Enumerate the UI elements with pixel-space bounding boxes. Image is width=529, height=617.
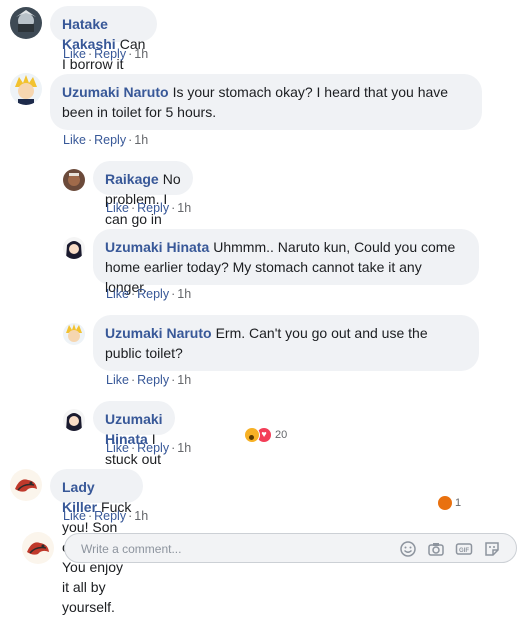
comment-author[interactable]: Uzumaki Naruto bbox=[105, 325, 212, 341]
avatar-dragon-icon bbox=[10, 469, 42, 501]
svg-text:GIF: GIF bbox=[459, 548, 469, 554]
like-link[interactable]: Like bbox=[106, 287, 129, 301]
comment-input[interactable] bbox=[79, 539, 373, 559]
comment-bubble: RaikageNo problem. I can go in there for… bbox=[93, 161, 193, 287]
comment-actions: Like · Reply · 1h bbox=[106, 373, 192, 387]
sticker-icon[interactable] bbox=[483, 540, 501, 558]
comment-actions: Like · Reply · 1h bbox=[106, 201, 192, 215]
comment-bubble: Lady KillerFuck you! Son of a bitch! You… bbox=[50, 469, 144, 615]
like-link[interactable]: Like bbox=[63, 509, 86, 523]
like-link[interactable]: Like bbox=[106, 441, 129, 455]
avatar[interactable] bbox=[63, 409, 85, 431]
avatar[interactable] bbox=[63, 323, 85, 345]
reaction-count: 1 bbox=[455, 497, 462, 509]
timestamp[interactable]: 1h bbox=[134, 47, 148, 61]
wow-reaction-icon bbox=[244, 427, 260, 443]
avatar[interactable] bbox=[63, 237, 85, 259]
avatar[interactable] bbox=[10, 7, 42, 39]
comment-composer: GIF bbox=[64, 533, 517, 563]
timestamp[interactable]: 1h bbox=[177, 441, 191, 455]
avatar[interactable] bbox=[63, 169, 85, 191]
avatar-hinata-icon bbox=[63, 409, 85, 431]
avatar-naruto-icon bbox=[63, 323, 85, 345]
comment-bubble: Uzumaki Naruto Is your stomach okay? I he… bbox=[50, 74, 482, 130]
reply-link[interactable]: Reply bbox=[94, 47, 126, 61]
reply-link[interactable]: Reply bbox=[137, 441, 169, 455]
timestamp[interactable]: 1h bbox=[177, 373, 191, 387]
comment-bubble: Hatake KakashiCan I borrow it after you'… bbox=[50, 6, 158, 112]
avatar[interactable] bbox=[10, 469, 42, 501]
reply-link[interactable]: Reply bbox=[94, 133, 126, 147]
reply-link[interactable]: Reply bbox=[137, 201, 169, 215]
gif-icon[interactable]: GIF bbox=[455, 540, 473, 558]
timestamp[interactable]: 1h bbox=[177, 201, 191, 215]
comment-author[interactable]: Raikage bbox=[105, 171, 159, 187]
emoji-icon[interactable] bbox=[399, 540, 417, 558]
comment-actions: Like · Reply · 1h bbox=[63, 509, 149, 523]
avatar-raikage-icon bbox=[63, 169, 85, 191]
timestamp[interactable]: 1h bbox=[134, 133, 148, 147]
reply-link[interactable]: Reply bbox=[94, 509, 126, 523]
avatar-kakashi-icon bbox=[10, 7, 42, 39]
comment-bubble: Uzumaki HinataI stuck out :( bbox=[93, 401, 175, 487]
comment-actions: Like · Reply · 1h bbox=[106, 287, 192, 301]
avatar-dragon-icon bbox=[22, 532, 54, 564]
like-link[interactable]: Like bbox=[63, 47, 86, 61]
comment-bubble: Uzumaki Naruto Erm. Can't you go out and … bbox=[93, 315, 479, 371]
like-link[interactable]: Like bbox=[106, 373, 129, 387]
avatar-naruto-icon bbox=[10, 73, 42, 105]
avatar[interactable] bbox=[10, 73, 42, 105]
reply-link[interactable]: Reply bbox=[137, 373, 169, 387]
comment-actions: Like · Reply · 1h bbox=[63, 133, 149, 147]
comment-actions: Like · Reply · 1h bbox=[106, 441, 192, 455]
camera-icon[interactable] bbox=[427, 540, 445, 558]
like-link[interactable]: Like bbox=[63, 133, 86, 147]
like-link[interactable]: Like bbox=[106, 201, 129, 215]
avatar-hinata-icon bbox=[63, 237, 85, 259]
comment-author[interactable]: Uzumaki Hinata bbox=[105, 239, 209, 255]
reaction-summary[interactable]: 1 bbox=[437, 495, 461, 511]
reaction-summary[interactable]: ♥ 20 bbox=[244, 427, 287, 443]
angry-reaction-icon bbox=[437, 495, 453, 511]
comment-actions: Like · Reply · 1h bbox=[63, 47, 149, 61]
reaction-count: 20 bbox=[275, 429, 288, 441]
reply-link[interactable]: Reply bbox=[137, 287, 169, 301]
timestamp[interactable]: 1h bbox=[177, 287, 191, 301]
timestamp[interactable]: 1h bbox=[134, 509, 148, 523]
composer-avatar bbox=[22, 532, 54, 564]
comment-author[interactable]: Uzumaki Naruto bbox=[62, 84, 169, 100]
comment-bubble: Uzumaki Hinata Uhmmm.. Naruto kun, Could … bbox=[93, 229, 479, 295]
